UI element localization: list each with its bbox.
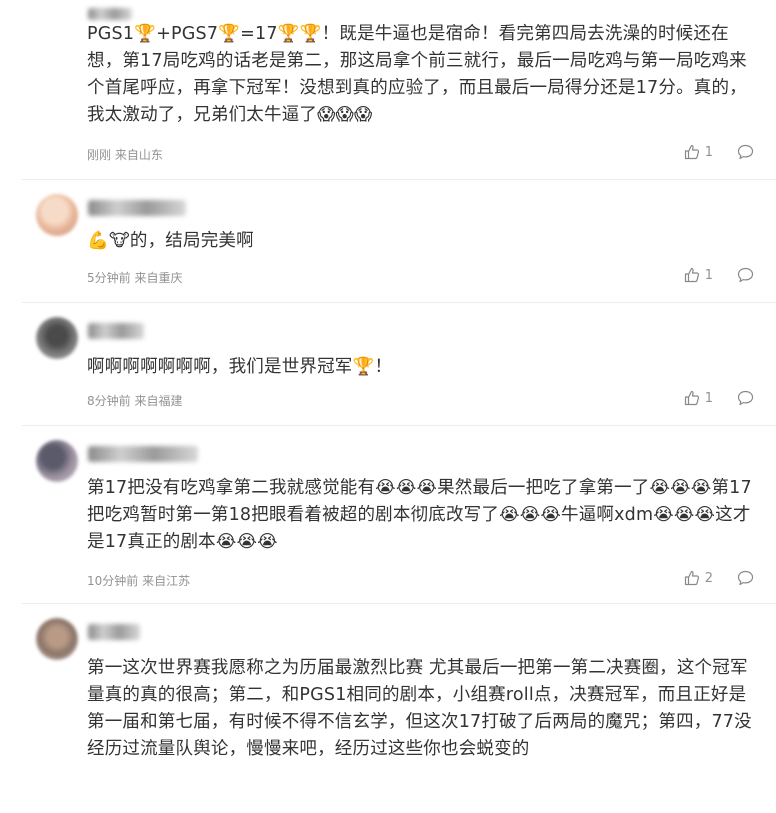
comment-text: 💪🐮的，结局完美啊 (87, 231, 254, 251)
username[interactable] (88, 323, 144, 339)
comment-meta: 刚刚 来自山东 (87, 148, 163, 162)
like-count: 1 (704, 390, 713, 406)
comment-text: 第一这次世界赛我愿称之为历届最激烈比赛 尤其最后一把第一第二决赛圈，这个冠军量真… (87, 658, 752, 759)
comment-meta: 10分钟前 来自江苏 (87, 574, 191, 588)
comment-item: 第17把没有吃鸡拿第二我就感觉能有😭😭😭果然最后一把吃了拿第一了😭😭😭第17把吃… (22, 426, 776, 604)
comment-actions: 1 (684, 144, 754, 160)
username[interactable] (88, 624, 140, 640)
comment-item: PGS1🏆+PGS7🏆=17🏆🏆！既是牛逼也是宿命！看完第四局去洗澡的时候还在想… (22, 0, 776, 180)
thumbs-up-icon (684, 570, 700, 586)
avatar[interactable] (36, 194, 78, 236)
avatar[interactable] (36, 618, 78, 660)
comment-item: 啊啊啊啊啊啊啊，我们是世界冠军🏆！ 8分钟前 来自福建 1 (22, 303, 776, 426)
comment-meta: 8分钟前 来自福建 (87, 394, 183, 408)
username[interactable] (88, 446, 198, 462)
thumbs-up-icon (684, 144, 700, 160)
comment-feed: PGS1🏆+PGS7🏆=17🏆🏆！既是牛逼也是宿命！看完第四局去洗澡的时候还在想… (0, 0, 776, 813)
comment-actions: 2 (684, 570, 754, 586)
comment-text: 啊啊啊啊啊啊啊，我们是世界冠军🏆！ (87, 357, 393, 377)
comment-item: 第一这次世界赛我愿称之为历届最激烈比赛 尤其最后一把第一第二决赛圈，这个冠军量真… (22, 604, 776, 813)
avatar[interactable] (36, 440, 78, 482)
like-button[interactable]: 1 (684, 390, 713, 406)
like-button[interactable]: 2 (684, 570, 713, 586)
comment-text: PGS1🏆+PGS7🏆=17🏆🏆！既是牛逼也是宿命！看完第四局去洗澡的时候还在想… (87, 24, 747, 125)
username[interactable] (88, 200, 186, 216)
comment-bubble-icon[interactable] (737, 390, 754, 406)
avatar[interactable] (36, 317, 78, 359)
comment-actions: 1 (684, 390, 754, 406)
comment-text: 第17把没有吃鸡拿第二我就感觉能有😭😭😭果然最后一把吃了拿第一了😭😭😭第17把吃… (87, 478, 752, 552)
comment-meta: 5分钟前 来自重庆 (87, 271, 183, 285)
like-button[interactable]: 1 (684, 267, 713, 283)
comment-bubble-icon[interactable] (737, 570, 754, 586)
comment-actions: 1 (684, 267, 754, 283)
comment-bubble-icon[interactable] (737, 267, 754, 283)
like-count: 1 (704, 267, 713, 283)
thumbs-up-icon (684, 267, 700, 283)
thumbs-up-icon (684, 390, 700, 406)
like-button[interactable]: 1 (684, 144, 713, 160)
comment-bubble-icon[interactable] (737, 144, 754, 160)
like-count: 1 (704, 144, 713, 160)
username[interactable] (88, 8, 132, 20)
comment-item: 💪🐮的，结局完美啊 5分钟前 来自重庆 1 (22, 180, 776, 303)
like-count: 2 (704, 570, 713, 586)
